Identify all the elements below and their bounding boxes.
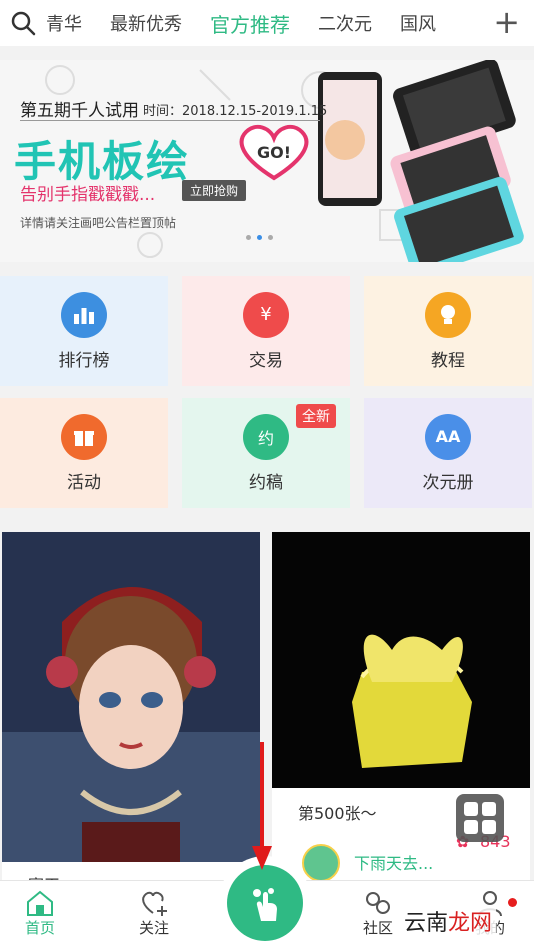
grid-square — [482, 820, 496, 834]
tab-latest[interactable]: 最新优秀 — [110, 10, 182, 36]
tile-ranking-label: 排行榜 — [58, 350, 110, 371]
artwork-title: 第500张～ — [298, 804, 377, 823]
nav-home-label: 首页 — [24, 919, 55, 937]
tile-commission[interactable]: 约 约稿 全新 — [182, 398, 350, 508]
tab-anime[interactable]: 二次元 — [318, 10, 372, 36]
hand-paint-icon — [253, 888, 277, 921]
nav-home[interactable]: 首页 — [0, 889, 80, 938]
add-tab-icon[interactable]: + — [493, 6, 520, 38]
artwork-card[interactable]: 寒玉 — [2, 532, 260, 895]
bulb-icon — [425, 291, 471, 338]
tile-album[interactable]: AA 次元册 — [364, 398, 532, 508]
tile-tutorial[interactable]: 教程 — [364, 276, 532, 386]
home-icon — [27, 890, 53, 916]
gift-icon — [61, 413, 107, 460]
album-icon: AA — [425, 413, 471, 460]
banner-issue: 第五期千人试用 — [20, 101, 139, 121]
tile-event-label: 活动 — [67, 472, 101, 493]
tile-trade[interactable]: ¥ 交易 — [182, 276, 350, 386]
nav-follow-label: 关注 — [138, 919, 169, 937]
grid-square — [482, 802, 496, 816]
layout-toggle-button[interactable] — [456, 794, 504, 842]
tab-guofeng[interactable]: 国风 — [400, 10, 436, 36]
artwork-image — [2, 532, 260, 862]
banner-slogan: 告别手指戳戳戳... — [20, 185, 156, 205]
tile-ranking[interactable]: 排行榜 — [0, 276, 168, 386]
grid-square — [464, 820, 478, 834]
community-icon — [366, 892, 390, 914]
top-tab-bar: 青华 最新优秀 官方推荐 二次元 国风 + — [0, 0, 534, 46]
red-arrow-annotation — [252, 742, 272, 870]
nav-follow[interactable]: 关注 — [114, 889, 194, 938]
tile-tutorial-label: 教程 — [431, 350, 465, 371]
tab-official[interactable]: 官方推荐 — [210, 9, 290, 38]
tile-commission-label: 约稿 — [249, 472, 283, 493]
carousel-dots[interactable] — [246, 235, 273, 240]
trade-icon: ¥ — [243, 291, 289, 338]
grid-square — [464, 802, 478, 816]
author-avatar[interactable] — [302, 844, 340, 882]
tile-event[interactable]: 活动 — [0, 398, 168, 508]
carousel-dot[interactable] — [246, 235, 251, 240]
author-name[interactable]: 下雨天去... — [354, 850, 433, 874]
artwork-image — [272, 532, 530, 788]
tile-album-label: 次元册 — [422, 472, 474, 493]
carousel-dot-active[interactable] — [257, 235, 262, 240]
promo-banner[interactable]: 第五期千人试用 时间：2018.12.15-2019.1.15 手机板绘 GO!… — [0, 60, 534, 262]
heart-plus-icon — [142, 891, 167, 916]
ranking-icon — [61, 291, 107, 338]
new-badge: 全新 — [296, 404, 336, 428]
tab-qinghua[interactable]: 青华 — [46, 10, 82, 36]
tile-trade-label: 交易 — [249, 350, 283, 371]
notification-dot — [508, 898, 517, 907]
watermark-text-a: 云南 — [404, 911, 449, 936]
heart-icon: GO! — [239, 124, 309, 181]
banner-go: GO! — [257, 143, 291, 162]
watermark-text-b: 龙网 — [448, 911, 493, 936]
commission-icon: 约 — [243, 413, 289, 460]
carousel-dot[interactable] — [268, 235, 273, 240]
buy-now-button[interactable]: 立即抢购 — [182, 180, 247, 201]
banner-time: 时间：2018.12.15-2019.1.15 — [143, 104, 328, 119]
search-icon[interactable] — [0, 0, 46, 46]
banner-note: 详情请关注画吧公告栏置顶帖 — [20, 216, 177, 230]
nav-community-label: 社区 — [362, 919, 393, 937]
watermark: 云南龙网 — [400, 905, 497, 937]
create-inner — [227, 865, 303, 941]
